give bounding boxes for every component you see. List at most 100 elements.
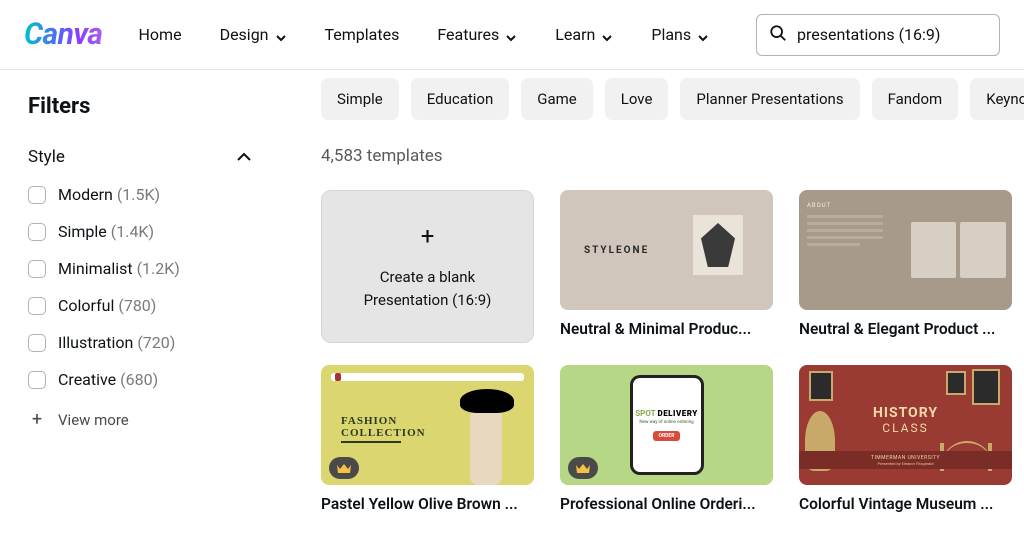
nav-learn[interactable]: Learn: [555, 25, 613, 44]
filter-illustration[interactable]: Illustration (720): [28, 333, 253, 352]
filter-colorful[interactable]: Colorful (780): [28, 296, 253, 315]
tag-chips: Simple Education Game Love Planner Prese…: [321, 78, 1024, 120]
nav-templates-label: Templates: [325, 25, 400, 44]
filter-label: Colorful: [58, 296, 114, 315]
view-more-button[interactable]: + View more: [28, 409, 253, 430]
nav-learn-label: Learn: [555, 25, 595, 44]
nav-links: Home Design Templates Features Learn Pla…: [139, 25, 710, 44]
checkbox[interactable]: [28, 223, 46, 241]
thumb-image: [452, 389, 522, 485]
filter-modern[interactable]: Modern (1.5K): [28, 185, 253, 204]
blank-thumb: + Create a blank Presentation (16:9): [321, 190, 534, 343]
filter-label: Modern: [58, 185, 113, 204]
template-title: Neutral & Elegant Product ...: [799, 320, 1012, 338]
nav-features-label: Features: [437, 25, 499, 44]
thumb-text: DELIVERY: [658, 409, 698, 418]
chevron-up-icon: [235, 148, 253, 166]
filter-count: (780): [118, 296, 156, 315]
content: Filters Style Modern (1.5K) Simple (1.4K…: [0, 70, 1024, 559]
thumb-text: New way of online ordering: [639, 420, 693, 425]
thumb-text: CLASS: [873, 421, 938, 435]
thumb-text: STYLEONE: [584, 245, 649, 256]
thumb-text: Presented by Eleanor Fitzgerald: [877, 461, 933, 466]
filter-section-style-label: Style: [28, 147, 65, 167]
nav-plans[interactable]: Plans: [651, 25, 709, 44]
chip-education[interactable]: Education: [411, 78, 510, 120]
filter-label: Minimalist: [58, 259, 133, 278]
checkbox[interactable]: [28, 334, 46, 352]
template-thumb: HISTORY CLASS TIMMERMAN UNIVERSITY Prese…: [799, 365, 1012, 485]
filter-list: Modern (1.5K) Simple (1.4K) Minimalist (…: [28, 185, 253, 389]
chevron-down-icon: [275, 29, 287, 41]
topbar: Canva Home Design Templates Features Lea…: [0, 0, 1024, 70]
template-title: Pastel Yellow Olive Brown ...: [321, 495, 534, 513]
nav-design[interactable]: Design: [220, 25, 287, 44]
filter-creative[interactable]: Creative (680): [28, 370, 253, 389]
view-more-label: View more: [58, 411, 129, 429]
thumb-image: [693, 215, 743, 275]
nav-plans-label: Plans: [651, 25, 691, 44]
blank-label: Create a blank Presentation (16:9): [364, 266, 492, 311]
chip-game[interactable]: Game: [521, 78, 593, 120]
create-blank-card[interactable]: + Create a blank Presentation (16:9): [321, 190, 534, 343]
checkbox[interactable]: [28, 260, 46, 278]
thumb-text: SPOT: [635, 409, 655, 418]
nav-features[interactable]: Features: [437, 25, 517, 44]
nav-home-label: Home: [139, 25, 182, 44]
filter-label: Creative: [58, 370, 116, 389]
premium-crown-icon: [568, 457, 598, 479]
canva-logo[interactable]: Canva: [24, 17, 103, 52]
search-input[interactable]: [797, 25, 1000, 44]
main-panel: Simple Education Game Love Planner Prese…: [283, 70, 1024, 559]
template-thumb: STYLEONE: [560, 190, 773, 310]
filter-count: (680): [120, 370, 158, 389]
thumb-image: [809, 371, 833, 401]
template-title: Colorful Vintage Museum ...: [799, 495, 1012, 513]
thumb-image: [972, 369, 1000, 405]
filter-count: (1.2K): [137, 259, 180, 278]
template-card[interactable]: ABOUT Neutral & Elegant Product ...: [799, 190, 1012, 343]
chevron-down-icon: [697, 29, 709, 41]
filters-sidebar: Filters Style Modern (1.5K) Simple (1.4K…: [0, 70, 283, 559]
thumb-text: COLLECTION: [341, 427, 426, 439]
chip-simple[interactable]: Simple: [321, 78, 399, 120]
checkbox[interactable]: [28, 371, 46, 389]
thumb-image: [946, 371, 966, 395]
plus-icon: +: [28, 409, 46, 430]
search-icon: [769, 24, 787, 46]
nav-design-label: Design: [220, 25, 269, 44]
chip-love[interactable]: Love: [605, 78, 669, 120]
template-title: Professional Online Orderi...: [560, 495, 773, 513]
filter-section-style[interactable]: Style: [28, 147, 253, 167]
filter-simple[interactable]: Simple (1.4K): [28, 222, 253, 241]
filter-label: Simple: [58, 222, 107, 241]
nav-templates[interactable]: Templates: [325, 25, 400, 44]
template-card[interactable]: STYLEONE Neutral & Minimal Produc...: [560, 190, 773, 343]
template-card[interactable]: FASHION COLLECTION Pastel Yellow Olive B…: [321, 365, 534, 513]
search-box[interactable]: [756, 14, 1000, 56]
chip-planner[interactable]: Planner Presentations: [680, 78, 859, 120]
template-title: Neutral & Minimal Produc...: [560, 320, 773, 338]
chevron-down-icon: [505, 29, 517, 41]
checkbox[interactable]: [28, 297, 46, 315]
template-card[interactable]: HISTORY CLASS TIMMERMAN UNIVERSITY Prese…: [799, 365, 1012, 513]
filter-minimalist[interactable]: Minimalist (1.2K): [28, 259, 253, 278]
plus-icon: +: [421, 222, 435, 250]
template-thumb: FASHION COLLECTION: [321, 365, 534, 485]
template-card[interactable]: SPOT DELIVERY New way of online ordering…: [560, 365, 773, 513]
filters-title: Filters: [28, 94, 253, 119]
chip-fandom[interactable]: Fandom: [872, 78, 959, 120]
premium-crown-icon: [329, 457, 359, 479]
checkbox[interactable]: [28, 186, 46, 204]
results-count: 4,583 templates: [321, 146, 1024, 166]
filter-label: Illustration: [58, 333, 133, 352]
nav-home[interactable]: Home: [139, 25, 182, 44]
thumb-phone: SPOT DELIVERY New way of online ordering…: [630, 375, 704, 475]
thumb-text: FASHION: [341, 415, 426, 427]
template-grid: + Create a blank Presentation (16:9) STY…: [321, 190, 1024, 513]
chevron-down-icon: [601, 29, 613, 41]
filter-count: (1.5K): [117, 185, 160, 204]
chip-keynote[interactable]: Keynote: [970, 78, 1024, 120]
template-thumb: SPOT DELIVERY New way of online ordering…: [560, 365, 773, 485]
thumb-text: ABOUT: [807, 202, 903, 209]
